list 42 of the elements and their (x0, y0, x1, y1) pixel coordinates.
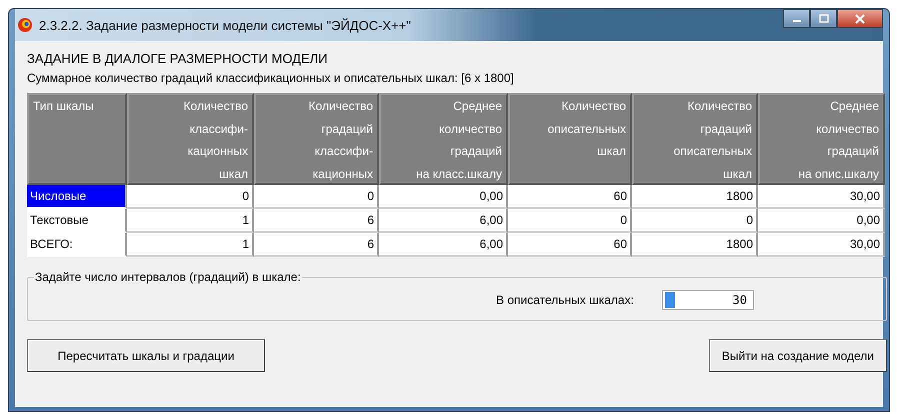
row-header-cell[interactable]: Текстовые (27, 209, 127, 233)
maximize-icon (818, 14, 828, 23)
row-header-cell[interactable]: Числовые (27, 185, 127, 209)
minimize-button[interactable] (783, 9, 810, 28)
exit-button[interactable]: Выйти на создание модели (708, 339, 887, 372)
column-header: Количество классифи- кационных шкал (127, 93, 254, 185)
window-title: 2.3.2.2. Задание размерности модели системы "ЭЙДОС-X++" (39, 18, 411, 32)
table-cell: 6,00 (379, 233, 508, 257)
table-cell: 60 (508, 185, 632, 209)
table-cell: 0,00 (379, 185, 508, 209)
row-header-cell[interactable]: ВСЕГО: (27, 233, 127, 257)
column-header: Количество описательных шкал (508, 93, 632, 185)
table-cell: 1 (127, 233, 254, 257)
table-cell: 1800 (632, 233, 758, 257)
dialog-heading: ЗАДАНИЕ В ДИАЛОГЕ РАЗМЕРНОСТИ МОДЕЛИ (27, 51, 329, 68)
column-header: Среднее количество градаций на класс.шкалу (379, 93, 508, 185)
column-header: Количество градаций классифи- кационных (254, 93, 379, 185)
summary-text: Суммарное количество градаций классификационных и описательных шкал: [6 x 1800] (27, 71, 515, 87)
group-title: Задайте число интервалов (градаций) в шкале: (34, 270, 302, 284)
table-cell: 1 (127, 209, 254, 233)
close-button[interactable] (837, 9, 883, 28)
table-cell: 0,00 (758, 209, 885, 233)
table-cell: 6,00 (379, 209, 508, 233)
input-field[interactable]: 30 (662, 290, 754, 310)
table-cell: 0 (508, 209, 632, 233)
table-cell: 6 (254, 233, 379, 257)
column-header: Среднее количество градаций на опис.шкалу (758, 93, 885, 185)
column-header: Тип шкалы (27, 93, 127, 185)
maximize-button[interactable] (810, 9, 837, 28)
table-cell: 0 (127, 185, 254, 209)
app-icon (17, 17, 33, 33)
table-cell: 0 (632, 209, 758, 233)
close-icon (855, 14, 865, 24)
table-cell: 0 (254, 185, 379, 209)
column-header: Количество градаций описательных шкал (632, 93, 758, 185)
table-cell: 60 (508, 233, 632, 257)
table-cell: 30,00 (758, 233, 885, 257)
field-label: В описательных шкалах: (496, 293, 634, 307)
table-cell: 6 (254, 209, 379, 233)
recalculate-button[interactable]: Пересчитать шкалы и градации (27, 339, 265, 372)
table-cell: 30,00 (758, 185, 885, 209)
table-cell: 1800 (632, 185, 758, 209)
